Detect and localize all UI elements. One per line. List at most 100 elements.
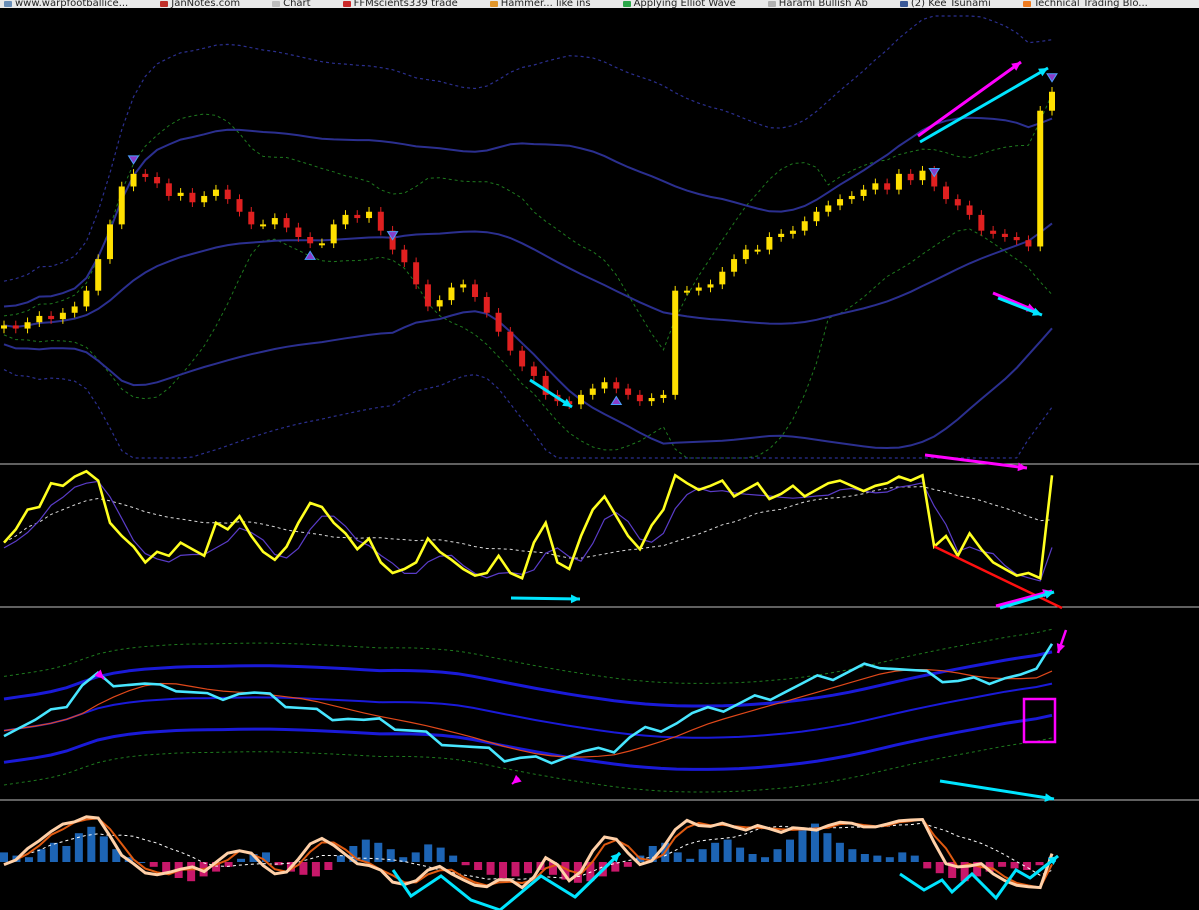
bookmark-item[interactable]: Hammer... like ins <box>486 0 591 8</box>
candle-body <box>224 189 231 200</box>
histogram-bar <box>486 862 495 875</box>
candle-body <box>71 306 78 313</box>
histogram-bar <box>1035 862 1044 866</box>
histogram-bar <box>686 858 695 862</box>
candle-body <box>283 218 290 228</box>
candle-body <box>731 259 738 272</box>
bookmark-label: Hammer... like ins <box>500 0 591 8</box>
candle-body <box>801 221 808 231</box>
candle-body <box>884 183 891 190</box>
bookmark-label: Technical Trading Blo... <box>1033 0 1148 8</box>
candle-body <box>754 249 761 252</box>
histogram-bar <box>723 839 732 862</box>
candle-body <box>966 205 973 215</box>
candle-body <box>495 312 502 332</box>
bookmark-favicon-icon <box>1022 1 1031 7</box>
histogram-bar <box>511 862 520 877</box>
histogram-bar <box>885 857 894 862</box>
bookmark-item[interactable]: Applying Elliot Wave <box>619 0 736 8</box>
histogram-bar <box>761 857 770 862</box>
bookmark-label: Chart <box>283 0 311 8</box>
histogram-bar <box>998 862 1007 867</box>
histogram-bar <box>823 833 832 862</box>
histogram-bar <box>773 849 782 862</box>
candle-body <box>825 205 832 212</box>
histogram-bar <box>411 852 420 862</box>
bookmark-favicon-icon <box>342 1 351 7</box>
histogram-bar <box>835 842 844 862</box>
histogram-bar <box>149 862 158 867</box>
bookmark-label: Applying Elliot Wave <box>633 0 736 8</box>
candle-body <box>1037 110 1044 247</box>
chart-background <box>0 8 1199 910</box>
bookmark-item[interactable]: Harami Bullish Ab <box>764 0 868 8</box>
candle-body <box>48 315 55 320</box>
candle-body <box>636 394 643 402</box>
bookmark-favicon-icon <box>622 1 631 7</box>
histogram-bar <box>49 842 58 862</box>
bookmark-item[interactable]: JanNotes.com <box>156 0 240 8</box>
candle-body <box>154 177 161 184</box>
bookmark-favicon-icon <box>767 1 776 7</box>
candle-body <box>613 382 620 389</box>
candle-body <box>236 199 243 212</box>
candle-body <box>813 211 820 222</box>
bookmark-item[interactable]: FFMscients339 trade <box>339 0 458 8</box>
candle-body <box>577 394 584 405</box>
histogram-bar <box>99 836 108 862</box>
histogram-bar <box>898 852 907 862</box>
candle-body <box>530 366 537 376</box>
candle-body <box>860 189 867 196</box>
candle-body <box>519 350 526 367</box>
candle-body <box>401 249 408 263</box>
candle-body <box>330 224 337 244</box>
histogram-bar <box>324 862 333 870</box>
histogram-bar <box>711 842 720 862</box>
candle-body <box>295 227 302 237</box>
histogram-bar <box>0 852 8 862</box>
bookmark-item[interactable]: www.warpfootballice... <box>0 0 128 8</box>
bookmark-label: JanNotes.com <box>171 0 241 8</box>
candle-body <box>719 271 726 285</box>
candle-body <box>24 322 31 329</box>
candle-body <box>342 214 349 225</box>
bookmark-item[interactable]: (2) Kee Tsunami <box>896 0 991 8</box>
candle-body <box>766 237 773 250</box>
histogram-bar <box>848 849 857 862</box>
candle-body <box>36 315 43 323</box>
histogram-bar <box>461 862 470 866</box>
candle-body <box>366 211 373 219</box>
candle-body <box>448 287 455 301</box>
histogram-bar <box>673 852 682 862</box>
histogram-bar <box>449 855 458 862</box>
candle-body <box>707 284 714 288</box>
histogram-bar <box>237 858 246 862</box>
histogram-bar <box>923 862 932 869</box>
candle-body <box>683 290 690 293</box>
histogram-bar <box>798 830 807 862</box>
candle-body <box>1025 240 1032 247</box>
candle-body <box>895 173 902 190</box>
candle-body <box>954 199 961 206</box>
candle-body <box>260 224 267 227</box>
bookmark-favicon-icon <box>489 1 498 7</box>
browser-bookmarks-bar: www.warpfootballice... JanNotes.com Chart F… <box>0 0 1199 8</box>
candle-body <box>990 230 997 234</box>
bookmark-item[interactable]: Chart <box>268 0 311 8</box>
candle-body <box>130 173 137 187</box>
candle-body <box>601 382 608 389</box>
candle-body <box>919 170 926 181</box>
candle-body <box>1013 237 1020 241</box>
candle-body <box>106 224 113 260</box>
bookmark-item[interactable]: Technical Trading Blo... <box>1019 0 1148 8</box>
candle-body <box>12 325 19 329</box>
trading-chart <box>0 8 1199 910</box>
histogram-bar <box>698 849 707 862</box>
candle-body <box>1001 233 1008 237</box>
bookmark-label: www.warpfootballice... <box>15 0 129 8</box>
bookmark-label: FFMscients339 trade <box>353 0 458 8</box>
histogram-bar <box>187 862 196 882</box>
candle-body <box>59 312 66 320</box>
histogram-bar <box>935 862 944 874</box>
candle-body <box>872 183 879 190</box>
